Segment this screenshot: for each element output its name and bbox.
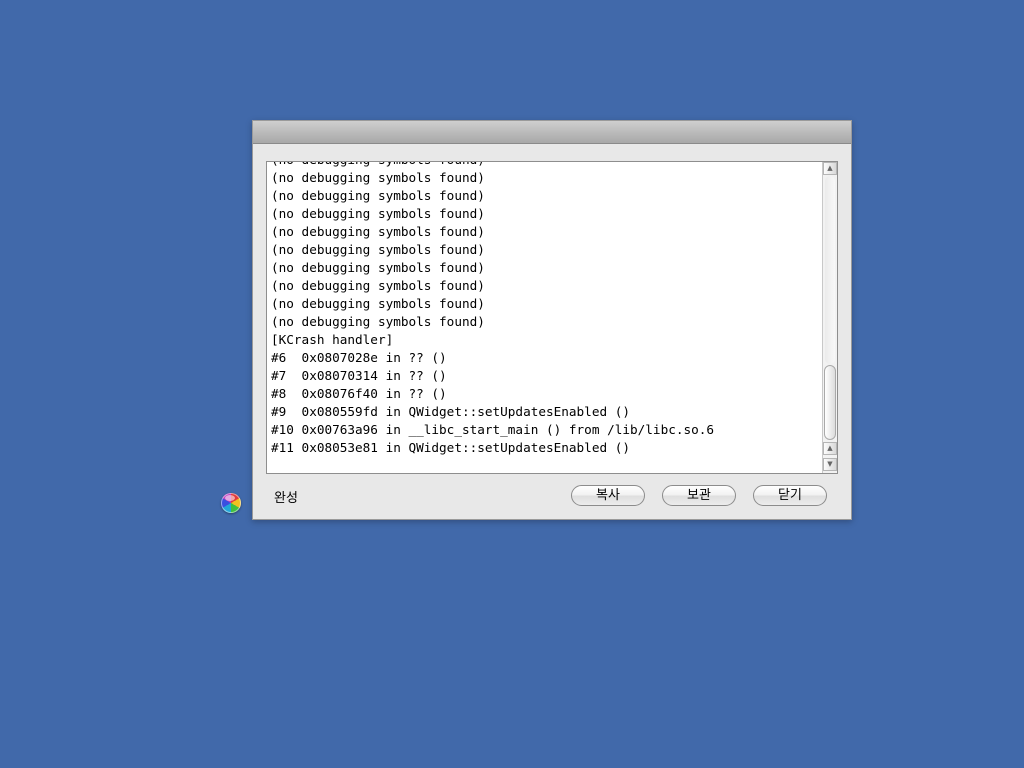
log-line: #10 0x00763a96 in __libc_start_main () f… [271,422,715,437]
crash-report-dialog: (no debugging symbols found) (no debuggin… [252,120,852,520]
copy-button[interactable]: 복사 [571,485,645,506]
log-line: #7 0x08070314 in ?? () [271,368,447,383]
log-line: (no debugging symbols found) [271,296,485,311]
log-line: [KCrash handler] [271,332,394,347]
log-line: #8 0x08076f40 in ?? () [271,386,447,401]
log-line: #6 0x0807028e in ?? () [271,350,447,365]
scrollbar-thumb[interactable] [824,365,836,440]
log-line: (no debugging symbols found) [271,260,485,275]
log-line: #9 0x080559fd in QWidget::setUpdatesEnab… [271,404,631,419]
status-label: 완성 [274,491,298,506]
backtrace-text: (no debugging symbols found) (no debuggin… [271,162,819,457]
vertical-scrollbar[interactable]: ▲ ▲ ▼ [822,162,837,473]
scroll-down-arrow-icon[interactable]: ▼ [823,458,837,471]
log-line: (no debugging symbols found) [271,162,819,169]
log-line: (no debugging symbols found) [271,170,485,185]
log-line: (no debugging symbols found) [271,314,485,329]
busy-cursor-icon [221,493,241,513]
dialog-titlebar[interactable] [253,121,851,144]
scroll-up-arrow-icon[interactable]: ▲ [823,162,837,175]
log-line: (no debugging symbols found) [271,188,485,203]
log-line: (no debugging symbols found) [271,242,485,257]
close-button[interactable]: 닫기 [753,485,827,506]
save-button[interactable]: 보관 [662,485,736,506]
scroll-up-arrow-icon[interactable]: ▲ [823,442,837,455]
scrollbar-track[interactable] [825,176,835,364]
log-line: #11 0x08053e81 in QWidget::setUpdatesEna… [271,440,631,455]
log-line: (no debugging symbols found) [271,206,485,221]
log-line: (no debugging symbols found) [271,224,485,239]
backtrace-text-area[interactable]: (no debugging symbols found) (no debuggin… [266,161,838,474]
log-line: (no debugging symbols found) [271,278,485,293]
